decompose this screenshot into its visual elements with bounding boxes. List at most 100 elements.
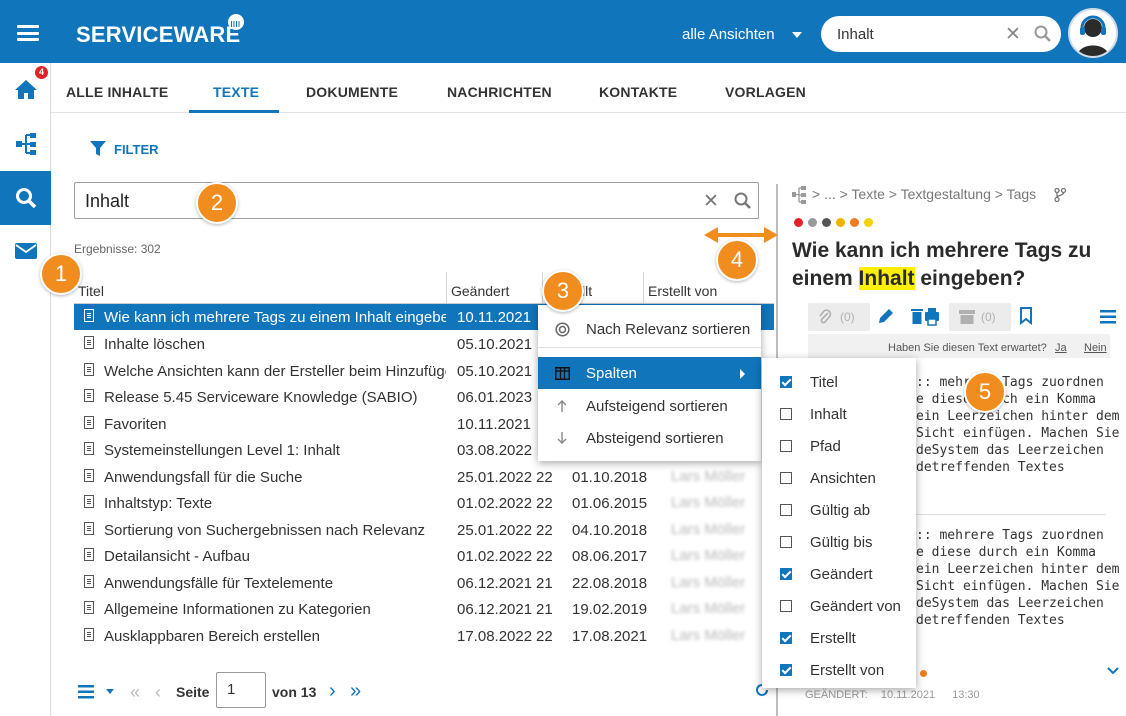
row-title: Inhaltstyp: Texte — [104, 495, 213, 512]
table-row[interactable]: Sortierung von Suchergebnissen nach Rele… — [74, 517, 774, 543]
chevron-down-icon[interactable] — [792, 32, 802, 38]
checkbox[interactable] — [780, 664, 792, 676]
content-search-input[interactable] — [85, 191, 585, 212]
menu-item-sort-asc[interactable]: Aufsteigend sortieren — [538, 390, 761, 422]
last-page-icon[interactable]: » — [350, 680, 361, 703]
row-truncated: 22 — [536, 495, 553, 512]
checkbox[interactable] — [780, 632, 792, 644]
next-page-icon[interactable]: › — [329, 680, 336, 703]
archive-button[interactable]: (0) — [949, 303, 1011, 331]
column-toggle[interactable]: Gültig bis — [762, 526, 916, 558]
callout-marker: 1 — [40, 253, 82, 295]
column-toggle[interactable]: Inhalt — [762, 398, 916, 430]
table-row[interactable]: Allgemeine Informationen zu Kategorien 06… — [74, 596, 774, 622]
tab-texte[interactable]: TEXTE — [213, 84, 259, 100]
menu-item-sort-relevance[interactable]: Nach Relevanz sortieren — [538, 313, 761, 345]
row-truncated: 21 — [536, 575, 553, 592]
list-menu-icon[interactable] — [78, 685, 94, 699]
row-created: 17.08.2021 — [572, 628, 648, 645]
filter-icon[interactable] — [90, 141, 106, 157]
clear-icon[interactable]: ✕ — [703, 190, 719, 213]
top-bar: SERVICEWARE alle Ansichten ✕ — [0, 0, 1126, 63]
more-menu-icon[interactable] — [1100, 310, 1116, 324]
row-title: Ausklappbaren Bereich erstellen — [104, 628, 320, 645]
row-created: 01.06.2015 — [572, 495, 648, 512]
checkbox[interactable] — [780, 472, 792, 484]
views-dropdown[interactable]: alle Ansichten — [682, 26, 775, 43]
checkbox[interactable] — [780, 376, 792, 388]
modified-info: GEÄNDERT: 10.11.2021 13:30 — [805, 689, 980, 701]
text-line: deSystem das Leerzeichen — [916, 596, 1104, 611]
row-changed: 01.02.2022 — [457, 548, 533, 565]
column-header-title[interactable]: Titel — [78, 283, 104, 299]
search-icon[interactable] — [734, 192, 752, 210]
column-toggle[interactable]: Geändert — [762, 558, 916, 590]
rail-tree[interactable] — [0, 117, 51, 171]
row-truncated: 22 — [536, 548, 553, 565]
table-row[interactable]: Detailansicht - Aufbau 01.02.2022 22 08.06.… — [74, 543, 774, 569]
prev-page-icon[interactable]: ‹ — [155, 682, 161, 703]
callout-marker: 5 — [964, 371, 1006, 413]
row-title: Anwendungsfälle für Textelemente — [104, 575, 334, 592]
tab-kontakte[interactable]: KONTAKTE — [599, 84, 677, 100]
checkbox[interactable] — [780, 440, 792, 452]
first-page-icon[interactable]: « — [130, 682, 140, 703]
edit-icon[interactable] — [877, 307, 895, 325]
tab-dokumente[interactable]: DOKUMENTE — [306, 84, 398, 100]
column-toggle[interactable]: Gültig ab — [762, 494, 916, 526]
rail-search[interactable] — [0, 171, 51, 225]
status-dot — [920, 670, 927, 677]
menu-item-label: Aufsteigend sortieren — [586, 398, 728, 415]
divider — [912, 514, 1106, 515]
attachments-button[interactable]: (0) — [808, 303, 870, 331]
search-icon[interactable] — [1034, 25, 1052, 43]
column-toggle[interactable]: Ansichten — [762, 462, 916, 494]
filter-button[interactable]: FILTER — [114, 142, 159, 157]
bookmark-icon[interactable] — [1019, 307, 1033, 325]
detail-title-text: eingeben? — [914, 267, 1026, 290]
menu-item-columns[interactable]: Spalten — [538, 357, 761, 389]
tab-nachrichten[interactable]: NACHRICHTEN — [447, 84, 552, 100]
document-icon — [84, 628, 94, 641]
column-divider[interactable] — [446, 272, 447, 303]
modified-label: GEÄNDERT: — [805, 689, 868, 701]
column-toggle-label: Pfad — [810, 438, 841, 455]
column-toggle[interactable]: Erstellt — [762, 622, 916, 654]
column-toggle[interactable]: Pfad — [762, 430, 916, 462]
checkbox[interactable] — [780, 568, 792, 580]
table-row[interactable]: Anwendungsfall für die Suche 25.01.2022 22… — [74, 464, 774, 490]
table-row[interactable]: Ausklappbaren Bereich erstellen 17.08.202… — [74, 623, 774, 649]
column-divider[interactable] — [643, 272, 644, 303]
column-header-changed[interactable]: Geändert — [451, 283, 509, 299]
tab-vorlagen[interactable]: VORLAGEN — [725, 84, 806, 100]
breadcrumb[interactable]: > ... > Texte > Textgestaltung > Tags — [812, 186, 1036, 202]
column-toggle[interactable]: Erstellt von — [762, 654, 916, 686]
column-header-author[interactable]: Erstellt von — [648, 283, 717, 299]
user-avatar[interactable] — [1068, 8, 1118, 58]
column-toggle[interactable]: Geändert von — [762, 590, 916, 622]
column-toggle[interactable]: Titel — [762, 366, 916, 398]
branch-icon[interactable] — [1054, 188, 1066, 202]
rail-home[interactable]: 4 — [0, 63, 51, 117]
checkbox[interactable] — [780, 504, 792, 516]
delete-print-icon[interactable] — [910, 306, 942, 326]
checkbox[interactable] — [780, 408, 792, 420]
row-author: Lars Möller — [671, 600, 746, 617]
page-number-input[interactable]: 1 — [216, 672, 266, 708]
checkbox[interactable] — [780, 536, 792, 548]
menu-item-sort-desc[interactable]: Absteigend sortieren — [538, 422, 761, 454]
menu-icon[interactable] — [17, 25, 39, 41]
rating-yes-link[interactable]: Ja — [1055, 342, 1067, 354]
global-search-input[interactable] — [837, 24, 997, 44]
tab-alle-inhalte[interactable]: ALLE INHALTE — [66, 84, 168, 100]
tree-icon — [792, 186, 806, 204]
chevron-down-icon[interactable] — [1106, 666, 1120, 676]
chevron-down-icon[interactable] — [106, 689, 114, 694]
rating-no-link[interactable]: Nein — [1084, 342, 1107, 354]
table-row[interactable]: Inhaltstyp: Texte 01.02.2022 22 01.06.2015 L… — [74, 490, 774, 516]
row-changed: 06.01.2023 — [457, 389, 533, 406]
column-toggle-label: Erstellt von — [810, 662, 885, 679]
table-row[interactable]: Anwendungsfälle für Textelemente 06.12.20… — [74, 570, 774, 596]
checkbox[interactable] — [780, 600, 792, 612]
clear-icon[interactable]: ✕ — [1005, 23, 1021, 46]
